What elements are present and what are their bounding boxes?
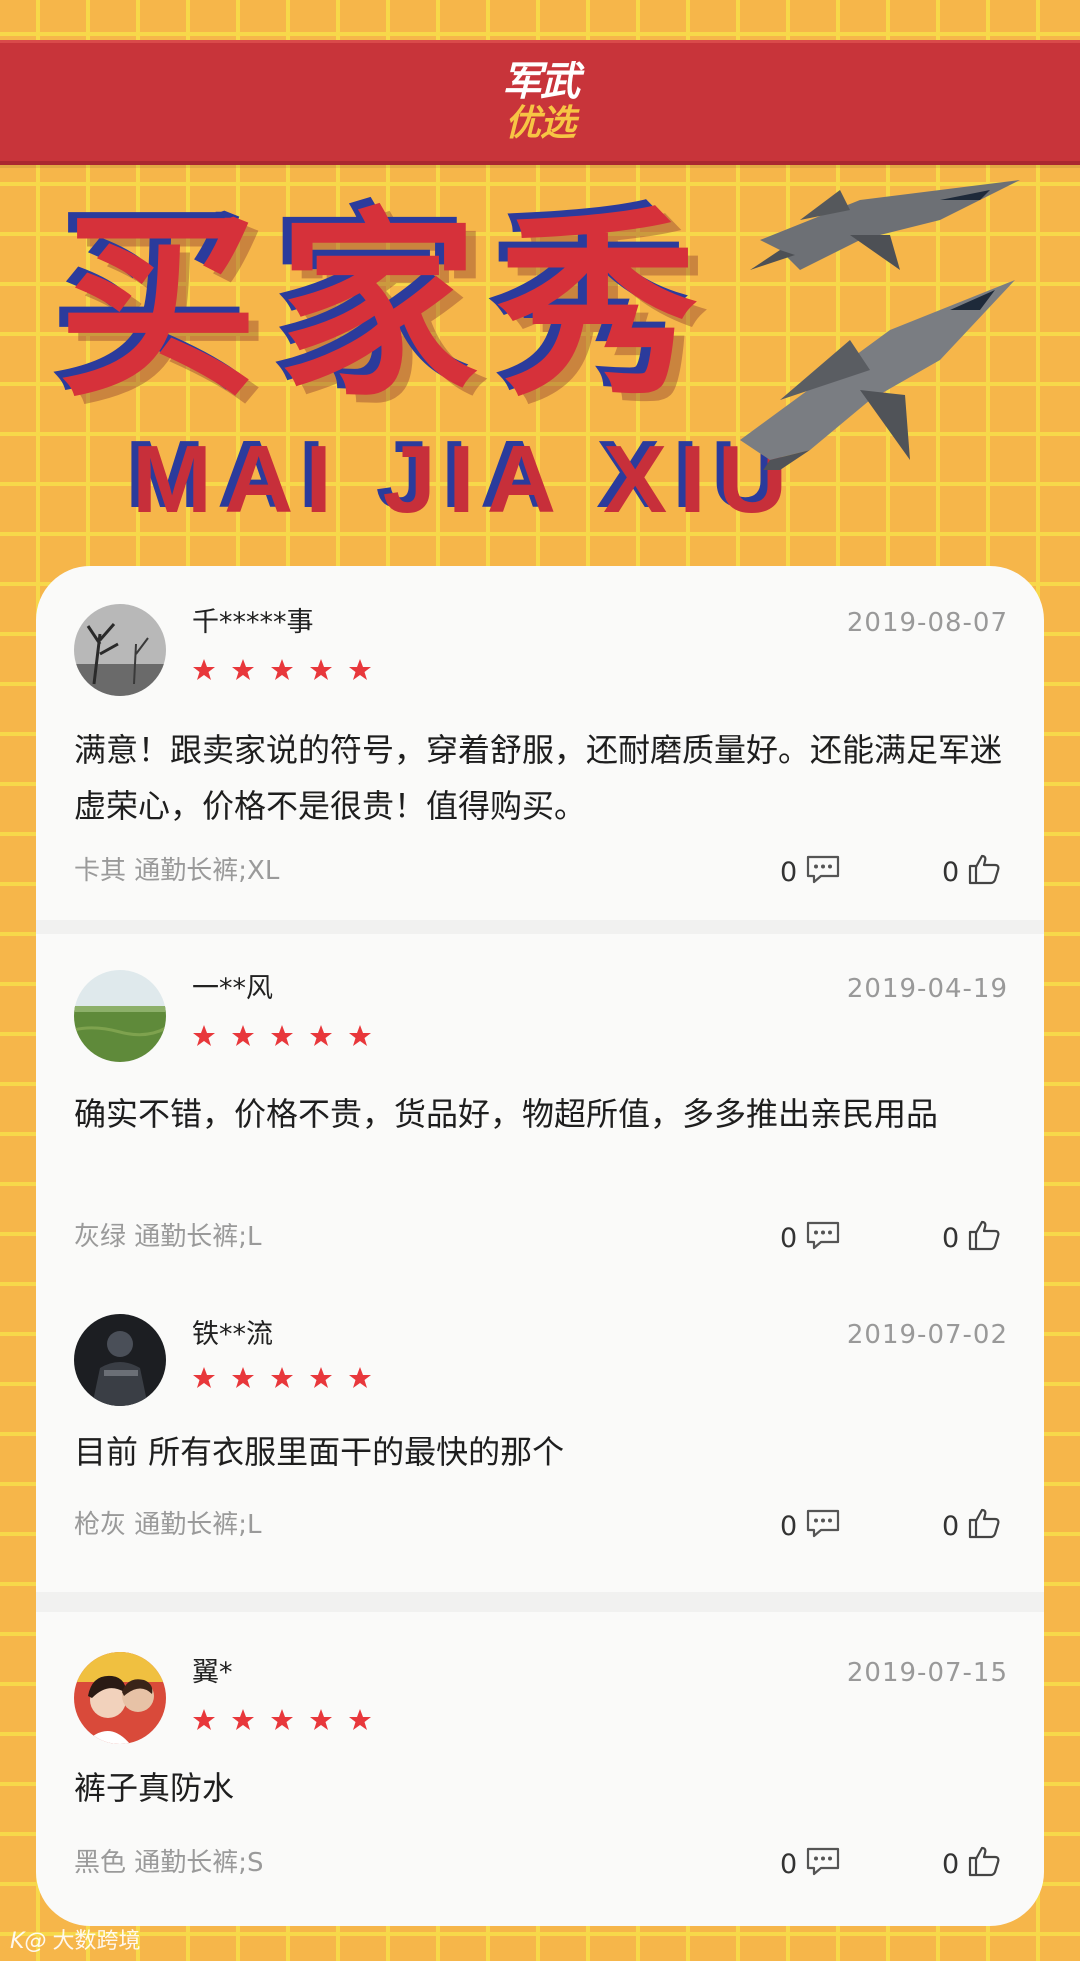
like-button[interactable]: 0 — [942, 1506, 1001, 1547]
star-icon — [192, 1024, 218, 1048]
star-icon — [192, 658, 218, 682]
star-rating — [192, 1366, 387, 1396]
star-icon — [231, 658, 257, 682]
star-icon — [309, 658, 335, 682]
star-icon — [270, 1708, 296, 1732]
review-divider — [36, 1592, 1044, 1612]
logo-top-text: 军武 — [502, 60, 580, 104]
username: 翼* — [192, 1657, 233, 1688]
star-rating — [192, 1024, 387, 1054]
star-icon — [231, 1366, 257, 1390]
star-icon — [348, 658, 374, 682]
comment-count: 0 — [780, 1510, 798, 1542]
star-rating — [192, 1708, 387, 1738]
review-text: 目前 所有衣服里面干的最快的那个 — [74, 1433, 565, 1471]
review-text: 裤子真防水 — [74, 1769, 235, 1807]
reviews-card: 千*****事 2019-08-07 满意！跟卖家说的符号，穿着舒服，还耐磨质量… — [36, 566, 1044, 1926]
review-date: 2019-08-07 — [846, 608, 1008, 638]
star-icon — [348, 1024, 374, 1048]
product-variant: 灰绿 通勤长裤;L — [74, 1222, 262, 1252]
review-item: 铁**流 2019-07-02 目前 所有衣服里面干的最快的那个 枪灰 通勤长裤… — [36, 1280, 1044, 1580]
review-text: 确实不错，价格不贵，货品好，物超所值，多多推出亲民用品 — [74, 1095, 939, 1133]
comment-count: 0 — [780, 1848, 798, 1880]
review-item: 翼* 2019-07-15 裤子真防水 黑色 通勤长裤;S 0 0 — [36, 1612, 1044, 1926]
avatar[interactable] — [74, 970, 166, 1062]
header-bar: 军武 优选 — [0, 40, 1080, 165]
review-divider — [36, 920, 1044, 934]
thumbs-up-icon — [967, 852, 1001, 893]
username: 千*****事 — [192, 607, 314, 638]
watermark-logo: K@ — [10, 1929, 47, 1954]
review-text: 满意！跟卖家说的符号，穿着舒服，还耐磨质量好。还能满足军迷虚荣心，价格不是很贵！… — [74, 731, 1003, 825]
fighter-jets-illustration — [740, 180, 1030, 490]
star-icon — [348, 1366, 374, 1390]
username: 铁**流 — [192, 1319, 273, 1350]
product-variant: 黑色 通勤长裤;S — [74, 1848, 264, 1878]
comment-button[interactable]: 0 — [780, 1846, 841, 1883]
star-icon — [270, 658, 296, 682]
star-icon — [309, 1024, 335, 1048]
thumbs-up-icon — [967, 1506, 1001, 1547]
username: 一**风 — [192, 973, 273, 1004]
watermark-text: 大数跨境 — [52, 1929, 141, 1954]
logo-bottom-text: 优选 — [504, 102, 576, 143]
star-icon — [348, 1708, 374, 1732]
avatar[interactable] — [74, 604, 166, 696]
like-count: 0 — [942, 856, 960, 888]
like-button[interactable]: 0 — [942, 852, 1001, 893]
star-icon — [309, 1366, 335, 1390]
like-count: 0 — [942, 1510, 960, 1542]
comment-count: 0 — [780, 1222, 798, 1254]
comment-button[interactable]: 0 — [780, 1220, 841, 1257]
thumbs-up-icon — [967, 1218, 1001, 1259]
star-icon — [270, 1366, 296, 1390]
like-button[interactable]: 0 — [942, 1844, 1001, 1885]
comment-icon — [805, 1846, 841, 1883]
avatar[interactable] — [74, 1652, 166, 1744]
hero-title: 买家秀 — [58, 196, 719, 419]
brand-logo[interactable]: 军武 优选 — [0, 61, 1080, 143]
thumbs-up-icon — [967, 1844, 1001, 1885]
comment-icon — [805, 854, 841, 891]
star-icon — [231, 1024, 257, 1048]
like-count: 0 — [942, 1222, 960, 1254]
star-icon — [309, 1708, 335, 1732]
star-icon — [192, 1708, 218, 1732]
star-icon — [231, 1708, 257, 1732]
review-date: 2019-07-02 — [846, 1320, 1008, 1350]
hero-subtitle: MAI JIA XIU — [132, 426, 800, 533]
comment-icon — [805, 1508, 841, 1545]
review-item: 一**风 2019-04-19 确实不错，价格不贵，货品好，物超所值，多多推出亲… — [36, 934, 1044, 1280]
review-item: 千*****事 2019-08-07 满意！跟卖家说的符号，穿着舒服，还耐磨质量… — [36, 566, 1044, 918]
product-variant: 卡其 通勤长裤;XL — [74, 856, 280, 886]
avatar[interactable] — [74, 1314, 166, 1406]
comment-icon — [805, 1220, 841, 1257]
review-date: 2019-07-15 — [846, 1658, 1008, 1688]
like-button[interactable]: 0 — [942, 1218, 1001, 1259]
star-icon — [192, 1366, 218, 1390]
product-variant: 枪灰 通勤长裤;L — [74, 1510, 262, 1540]
star-rating — [192, 658, 387, 688]
like-count: 0 — [942, 1848, 960, 1880]
comment-count: 0 — [780, 856, 798, 888]
review-date: 2019-04-19 — [846, 974, 1008, 1004]
watermark: K@ 大数跨境 — [10, 1928, 140, 1956]
star-icon — [270, 1024, 296, 1048]
comment-button[interactable]: 0 — [780, 1508, 841, 1545]
comment-button[interactable]: 0 — [780, 854, 841, 891]
